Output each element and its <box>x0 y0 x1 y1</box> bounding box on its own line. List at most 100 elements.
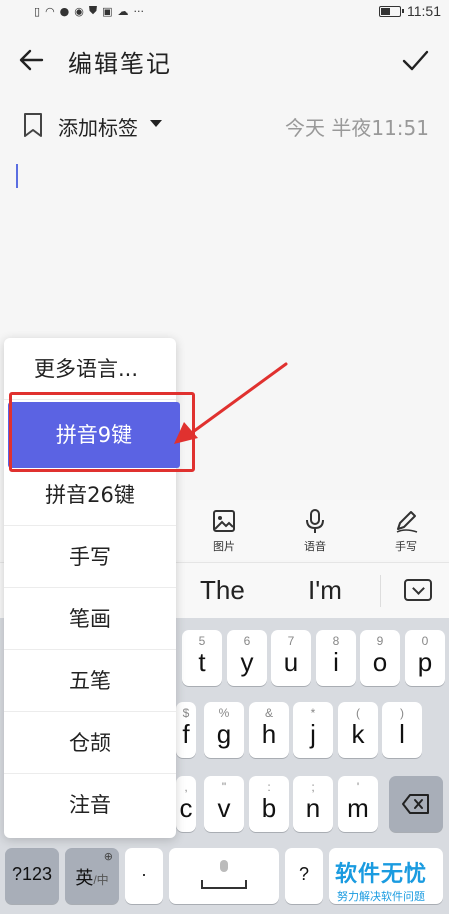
menu-item-more-languages[interactable]: 更多语言... <box>4 338 176 400</box>
key-label: v <box>217 793 231 823</box>
key-g[interactable]: % g <box>204 702 244 758</box>
add-tag-button[interactable]: 添加标签 <box>58 112 138 141</box>
key-label: c <box>179 793 193 823</box>
handwrite-tool-label: 手写 <box>395 540 417 553</box>
watermark-logo: 软件无忧 努力解决软件问题 <box>318 856 444 906</box>
key-label: m <box>347 793 369 823</box>
key-hint: * <box>310 706 316 720</box>
key-hint: $ <box>182 706 190 720</box>
key-label: ?123 <box>11 864 53 884</box>
battery-icon <box>379 5 404 17</box>
key-label: 英/中 <box>75 868 109 888</box>
key-label: n <box>305 793 321 823</box>
key-u[interactable]: 7u <box>271 630 311 686</box>
key-m[interactable]: ' m <box>338 776 378 832</box>
key-label: · <box>141 864 147 884</box>
key-h[interactable]: & h <box>249 702 289 758</box>
menu-item-pinyin-26[interactable]: 拼音26键 <box>4 464 176 526</box>
key-v[interactable]: " v <box>204 776 244 832</box>
key-label: b <box>261 793 277 823</box>
menu-item-cangjie[interactable]: 仓颉 <box>4 712 176 774</box>
key-label: l <box>399 719 405 749</box>
handwrite-tool[interactable]: 手写 <box>376 508 436 554</box>
key-hint: 0 <box>421 634 429 648</box>
key-label: y <box>240 647 254 677</box>
page-title: 编辑笔记 <box>68 50 172 78</box>
key-p[interactable]: 0p <box>405 630 445 686</box>
key-t[interactable]: 5t <box>182 630 222 686</box>
divider <box>380 575 381 607</box>
voice-tool-label: 语音 <box>304 540 326 553</box>
key-label: h <box>261 719 277 749</box>
key-label: g <box>216 719 232 749</box>
image-tool[interactable]: 图片 <box>194 508 254 554</box>
pen-icon <box>396 511 418 533</box>
key-l[interactable]: ) l <box>382 702 422 758</box>
note-meta-row: 添加标签 今天 半夜11:51 <box>0 108 449 144</box>
key-label: j <box>310 719 316 749</box>
app-icon: ▣ <box>102 4 113 18</box>
dropdown-caret-icon[interactable] <box>150 120 162 127</box>
key-y[interactable]: 6y <box>227 630 267 686</box>
candidate-word[interactable]: The <box>200 575 245 606</box>
key-label: i <box>333 647 339 677</box>
menu-item-zhuyin[interactable]: 注音 <box>4 774 176 836</box>
key-hint: 9 <box>376 634 384 648</box>
key-i[interactable]: 8i <box>316 630 356 686</box>
dot-key[interactable]: · <box>125 848 163 904</box>
key-hint: ( <box>356 706 360 720</box>
key-n[interactable]: ; n <box>293 776 333 832</box>
key-hint: & <box>264 706 273 720</box>
lang-sub: 中 <box>96 873 109 887</box>
watermark-sub: 努力解决软件问题 <box>337 890 425 903</box>
key-b[interactable]: :b <box>249 776 289 832</box>
wifi-icon: ◠ <box>45 4 55 18</box>
key-hint: 6 <box>243 634 251 648</box>
keyboard-collapse-icon[interactable] <box>404 579 432 601</box>
globe-icon: ⊕ <box>103 850 113 863</box>
key-hint: " <box>221 780 227 794</box>
candidate-word[interactable]: I'm <box>308 575 342 606</box>
annotation-arrow-icon <box>174 362 288 444</box>
back-arrow-icon[interactable] <box>16 44 48 76</box>
space-mic-icon <box>201 860 247 889</box>
key-hint: ' <box>356 780 360 794</box>
lang-main: 英 <box>75 868 94 888</box>
check-icon[interactable] <box>399 44 431 76</box>
menu-item-strokes[interactable]: 笔画 <box>4 588 176 650</box>
note-timestamp: 今天 半夜11:51 <box>285 116 429 140</box>
key-c[interactable]: ,c <box>176 776 196 832</box>
microphone-icon <box>306 509 324 533</box>
voice-tool[interactable]: 语音 <box>285 508 345 554</box>
bookmark-icon[interactable] <box>22 112 44 138</box>
menu-item-wubi[interactable]: 五笔 <box>4 650 176 712</box>
watermark-main: 软件无忧 <box>334 862 427 887</box>
numbers-key[interactable]: ?123 <box>5 848 59 904</box>
key-label: f <box>182 719 190 749</box>
key-f[interactable]: $ f <box>176 702 196 758</box>
text-cursor[interactable] <box>16 164 18 188</box>
sim-icon: ▯ <box>34 4 41 18</box>
key-j[interactable]: * j <box>293 702 333 758</box>
key-hint: : <box>267 780 271 794</box>
space-key[interactable] <box>169 848 279 904</box>
key-hint: , <box>184 780 188 794</box>
backspace-icon <box>402 794 429 814</box>
key-hint: 8 <box>332 634 340 648</box>
key-label: t <box>198 647 206 677</box>
key-label: p <box>417 647 433 677</box>
title-bar: 编辑笔记 <box>0 32 449 88</box>
key-o[interactable]: 9o <box>360 630 400 686</box>
key-k[interactable]: (k <box>338 702 378 758</box>
key-label: o <box>372 647 388 677</box>
key-hint: 5 <box>198 634 206 648</box>
menu-item-handwrite[interactable]: 手写 <box>4 526 176 588</box>
image-tool-label: 图片 <box>213 540 235 553</box>
status-icons: ▯ ◠ ● ◉ ⛊ ▣ ☁ ··· <box>34 4 144 18</box>
more-icon: ··· <box>133 4 145 18</box>
language-switch-key[interactable]: ⊕ 英/中 <box>65 848 119 904</box>
shield-icon: ⛊ <box>88 4 98 17</box>
cloud-icon: ☁ <box>117 4 129 18</box>
status-bar: ▯ ◠ ● ◉ ⛊ ▣ ☁ ··· 11:51 <box>0 0 449 24</box>
backspace-key[interactable] <box>389 776 443 832</box>
